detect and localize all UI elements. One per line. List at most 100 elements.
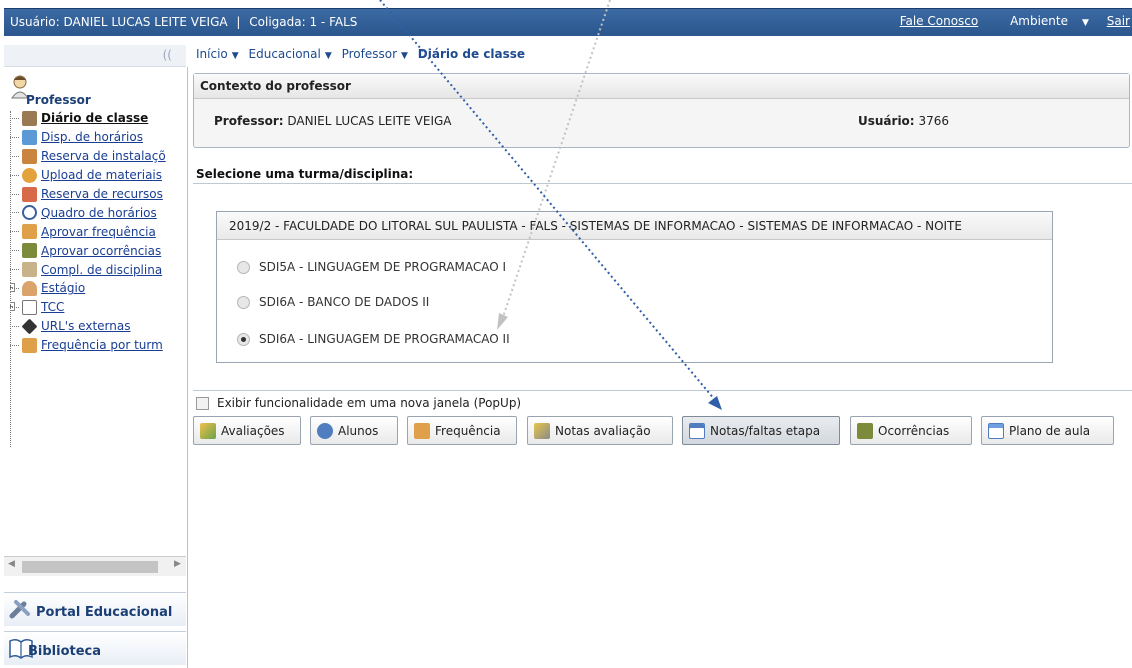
- notas-faltas-etapa-button[interactable]: Notas/faltas etapa: [682, 416, 840, 445]
- disciplina-option[interactable]: SDI6A - LINGUAGEM DE PROGRAMACAO II: [237, 332, 510, 346]
- notas-avaliacao-label: Notas avaliação: [555, 423, 651, 438]
- user-info: Usuário: DANIEL LUCAS LEITE VEIGA | Coli…: [10, 15, 357, 29]
- panel-portal-educacional[interactable]: Portal Educacional: [4, 592, 186, 626]
- context-title: Contexto do professor: [194, 74, 1129, 99]
- sidebar-item-label: Frequência por turm: [41, 338, 163, 353]
- sidebar-item-label: Reserva de instalaçõ: [41, 149, 166, 164]
- sidebar-item-disp-horarios[interactable]: Disp. de horários: [10, 128, 190, 147]
- checklist-icon: [22, 186, 37, 202]
- breadcrumb-professor[interactable]: Professor: [342, 47, 397, 61]
- tree-line: [10, 344, 19, 346]
- sidebar-collapse-button[interactable]: ((: [4, 45, 186, 67]
- sidebar-item-frequencia-turma[interactable]: Frequência por turm: [10, 336, 190, 355]
- plano-de-aula-label: Plano de aula: [1009, 423, 1091, 438]
- popup-label: Exibir funcionalidade em uma nova janela…: [217, 396, 522, 410]
- sidebar-item-label: Diário de classe: [41, 111, 149, 126]
- breadcrumb: Início ▼ Educacional ▼ Professor ▼ Diário d…: [196, 47, 525, 67]
- chevron-down-icon[interactable]: ▼: [232, 51, 239, 61]
- scroll-right-icon[interactable]: ▶: [174, 559, 181, 569]
- disciplina-option[interactable]: SDI6A - BANCO DE DADOS II: [237, 295, 429, 309]
- calendar-icon: [22, 129, 37, 145]
- ambiente-menu[interactable]: Ambiente ▼: [996, 14, 1089, 28]
- topbar-separator: |: [236, 15, 241, 29]
- sidebar-section-header[interactable]: Professor: [8, 73, 184, 111]
- contact-link[interactable]: Fale Conosco: [900, 14, 979, 28]
- tree-line: [10, 174, 19, 176]
- sidebar-item-tcc[interactable]: + TCC: [10, 298, 190, 317]
- table-icon: [689, 422, 705, 439]
- chevron-down-icon: ▼: [1082, 18, 1089, 28]
- sidebar-item-quadro-horarios[interactable]: Quadro de horários: [10, 203, 190, 222]
- building-icon: [22, 148, 37, 164]
- sidebar-item-reserva-instalacoes[interactable]: Reserva de instalaçõ: [10, 147, 190, 166]
- sidebar-item-label: Aprovar frequência: [41, 224, 156, 239]
- panel-biblioteca-label: Biblioteca: [28, 644, 102, 659]
- sidebar: Professor Diário de classe Disp. de horá…: [4, 67, 188, 668]
- notas-avaliacao-button[interactable]: Notas avaliação: [527, 416, 673, 445]
- radio-button[interactable]: [237, 260, 250, 274]
- alunos-button[interactable]: Alunos: [310, 416, 398, 445]
- radio-button[interactable]: [237, 295, 250, 309]
- sidebar-item-reserva-recursos[interactable]: Reserva de recursos: [10, 185, 190, 204]
- link-icon: [21, 318, 38, 335]
- disciplina-option[interactable]: SDI5A - LINGUAGEM DE PROGRAMACAO I: [237, 260, 506, 274]
- popup-option[interactable]: Exibir funcionalidade em uma nova janela…: [196, 396, 521, 410]
- ocorrencias-label: Ocorrências: [878, 423, 950, 438]
- sidebar-item-label: Quadro de horários: [41, 205, 157, 220]
- sidebar-item-label: Estágio: [41, 281, 86, 296]
- avaliacoes-label: Avaliações: [221, 423, 285, 438]
- book-icon: [22, 110, 37, 126]
- tree-line: [10, 231, 19, 233]
- attendance-icon: [22, 337, 37, 353]
- radio-button-selected[interactable]: [237, 332, 250, 346]
- ambiente-label: Ambiente: [1010, 14, 1068, 28]
- topbar-links: Fale Conosco Ambiente ▼ Sair: [886, 14, 1130, 28]
- sidebar-horizontal-scrollbar[interactable]: ◀ ▶: [4, 556, 186, 576]
- top-bar: Usuário: DANIEL LUCAS LEITE VEIGA | Coli…: [0, 0, 1132, 41]
- tree-line: [10, 212, 19, 214]
- tree-line: [10, 118, 19, 119]
- pen-icon: [857, 422, 873, 439]
- sidebar-item-label: Compl. de disciplina: [41, 262, 163, 277]
- sidebar-item-label: Aprovar ocorrências: [41, 243, 162, 258]
- sidebar-item-label: Disp. de horários: [41, 130, 143, 145]
- sidebar-item-aprovar-frequencia[interactable]: Aprovar frequência: [10, 222, 190, 241]
- sidebar-item-label: Reserva de recursos: [41, 187, 163, 201]
- usuario-field: Usuário: 3766: [858, 114, 949, 128]
- sidebar-item-compl-disciplina[interactable]: Compl. de disciplina: [10, 260, 190, 279]
- plano-de-aula-button[interactable]: Plano de aula: [981, 416, 1114, 445]
- chevron-down-icon[interactable]: ▼: [401, 51, 408, 61]
- person-icon: [22, 280, 37, 296]
- panel-portal-label: Portal Educacional: [36, 605, 173, 620]
- breadcrumb-educacional[interactable]: Educacional: [249, 47, 321, 61]
- scrollbar-thumb[interactable]: [22, 561, 158, 573]
- logout-link[interactable]: Sair: [1107, 14, 1130, 28]
- clock-icon: [22, 205, 37, 221]
- sidebar-item-label: TCC: [41, 300, 65, 315]
- sidebar-item-upload-materiais[interactable]: Upload de materiais: [10, 166, 190, 185]
- wrench-icon: [9, 600, 30, 619]
- sidebar-title: Professor: [26, 93, 91, 107]
- frequencia-button[interactable]: Frequência: [407, 416, 517, 445]
- attendance-icon: [22, 224, 37, 240]
- top-bar-strip: Usuário: DANIEL LUCAS LEITE VEIGA | Coli…: [4, 8, 1132, 36]
- breadcrumb-inicio[interactable]: Início: [196, 47, 228, 61]
- user-label: Usuário:: [10, 15, 60, 29]
- tree-line: [10, 155, 19, 157]
- scroll-left-icon[interactable]: ◀: [8, 559, 15, 569]
- breadcrumb-current: Diário de classe: [417, 47, 526, 61]
- sidebar-item-aprovar-ocorrencias[interactable]: Aprovar ocorrências: [10, 241, 190, 260]
- chevron-down-icon[interactable]: ▼: [325, 51, 332, 61]
- ocorrencias-button[interactable]: Ocorrências: [850, 416, 972, 445]
- panel-biblioteca[interactable]: Biblioteca: [4, 631, 186, 665]
- disciplina-label: SDI6A - BANCO DE DADOS II: [259, 295, 430, 309]
- lesson-plan-icon: [988, 422, 1004, 439]
- sidebar-item-estagio[interactable]: + Estágio: [10, 279, 190, 298]
- popup-checkbox[interactable]: [196, 396, 209, 410]
- sidebar-item-diario[interactable]: Diário de classe: [10, 109, 190, 128]
- page-icon: [22, 299, 37, 315]
- students-icon: [317, 422, 333, 439]
- avaliacoes-button[interactable]: Avaliações: [193, 416, 301, 445]
- sidebar-item-urls-externas[interactable]: URL's externas: [10, 317, 190, 336]
- sidebar-item-label: URL's externas: [41, 319, 131, 334]
